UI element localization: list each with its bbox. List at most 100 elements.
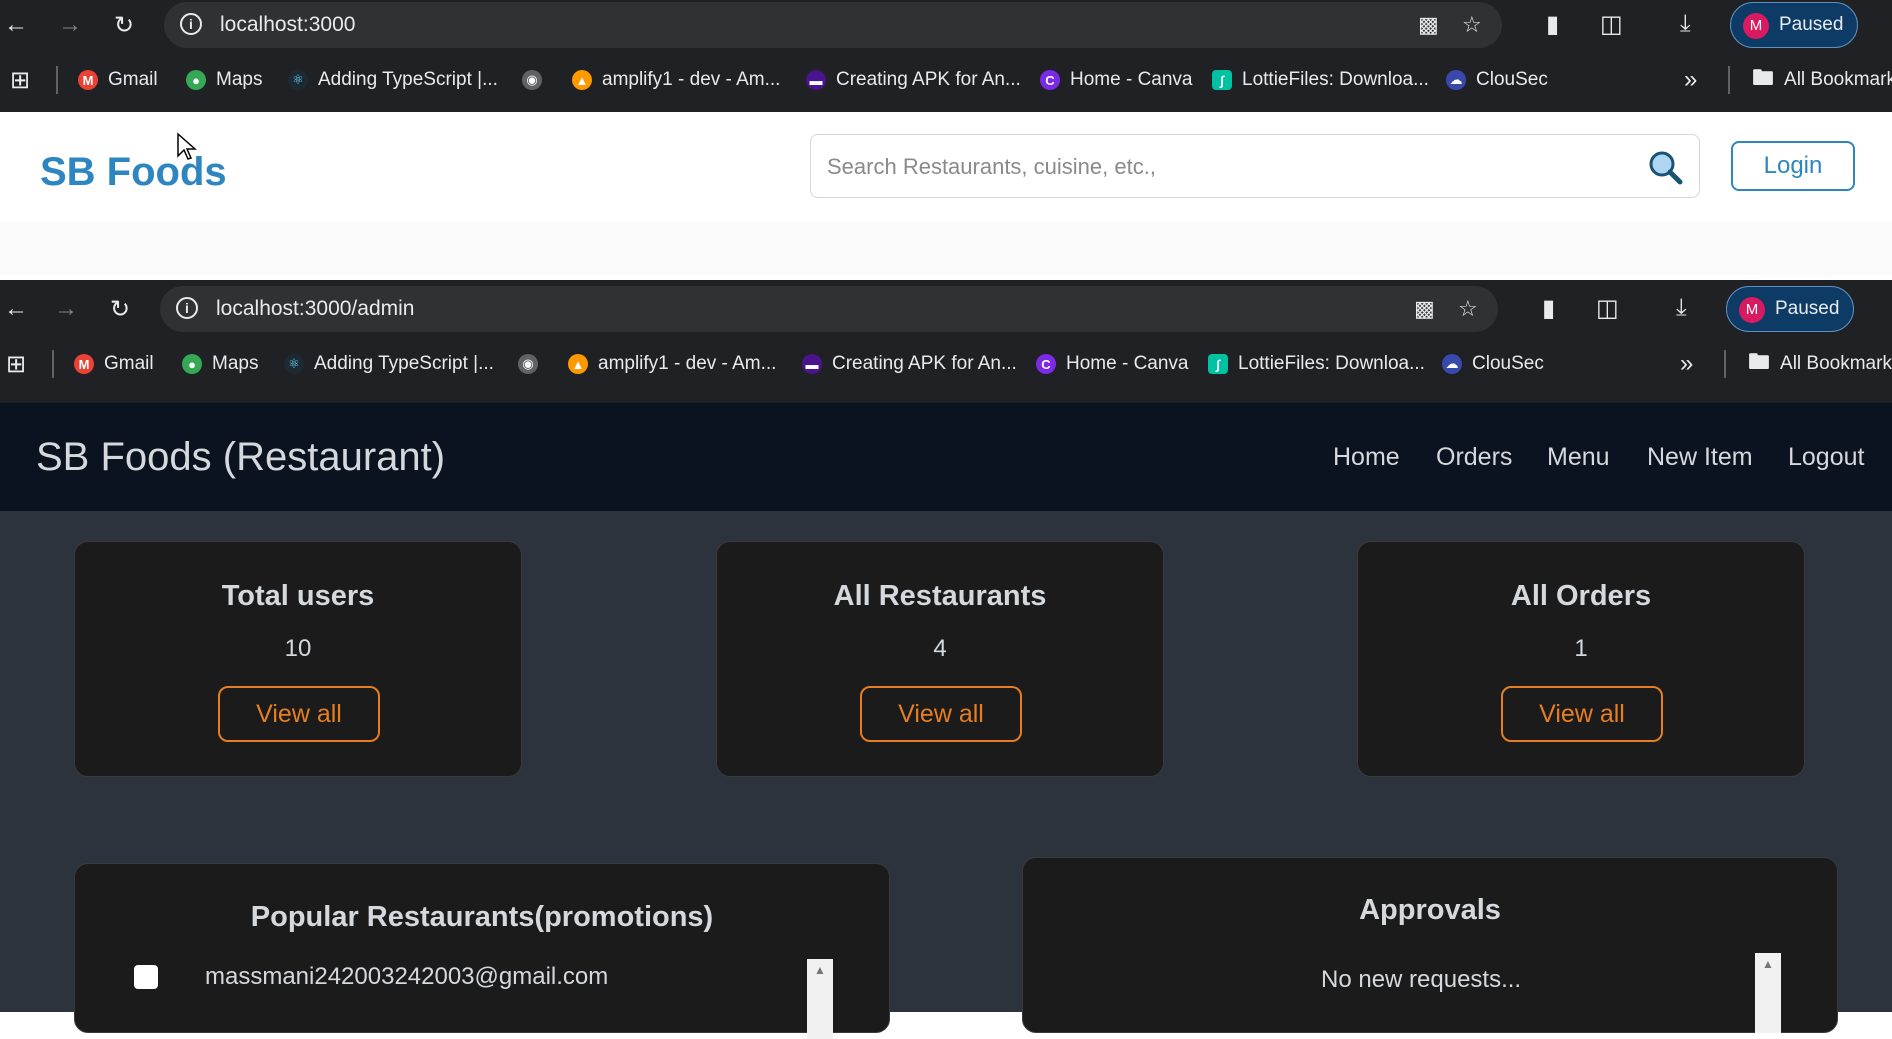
bookmark-label: Maps: [216, 69, 263, 90]
promotion-checkbox[interactable]: [134, 965, 158, 989]
scrollbar[interactable]: ▲: [1755, 953, 1781, 1033]
bookmark-label: amplify1 - dev - Am...: [602, 69, 781, 90]
view-all-orders-button[interactable]: View all: [1501, 686, 1663, 742]
address-bar[interactable]: i localhost:3000/admin ▩ ☆: [160, 286, 1498, 332]
apps-grid-icon[interactable]: ⊞: [10, 66, 30, 94]
bookmark-apk[interactable]: ▬ Creating APK for An...: [806, 66, 1021, 94]
bookmark-lottie[interactable]: ∫ LottieFiles: Downloa...: [1208, 350, 1425, 378]
bookmark-star-icon[interactable]: ☆: [1462, 12, 1482, 38]
bookmark-gmail[interactable]: M Gmail: [74, 350, 154, 378]
amplify-icon: ▲: [568, 354, 588, 374]
reload-icon[interactable]: ↻: [108, 9, 140, 41]
site-info-icon[interactable]: i: [176, 297, 198, 319]
view-all-users-button[interactable]: View all: [218, 686, 380, 742]
extensions-icon[interactable]: ◫: [1596, 294, 1619, 323]
site-header: SB Foods Login: [0, 112, 1892, 222]
folder-icon: 🖿: [1752, 65, 1775, 90]
site-info-icon[interactable]: i: [180, 13, 202, 35]
stat-card-restaurants: All Restaurants 4 View all: [716, 541, 1164, 777]
extension-app-icon[interactable]: ▮: [1546, 10, 1559, 39]
nav-new-item[interactable]: New Item: [1647, 443, 1753, 472]
bookmark-clousec[interactable]: ☁ ClouSec: [1442, 350, 1544, 378]
all-bookmarks[interactable]: 🖿 All Bookmarks: [1748, 349, 1892, 378]
reload-icon[interactable]: ↻: [104, 293, 136, 325]
react-icon: ⚛: [288, 70, 308, 90]
more-bookmarks-icon[interactable]: »: [1684, 66, 1697, 94]
bookmark-maps[interactable]: ● Maps: [186, 66, 262, 94]
address-bar[interactable]: i localhost:3000 ▩ ☆: [164, 2, 1502, 48]
extension-app-icon[interactable]: ▮: [1542, 294, 1555, 323]
bookmark-clousec[interactable]: ☁ ClouSec: [1446, 66, 1548, 94]
bookmark-canva[interactable]: C Home - Canva: [1036, 350, 1189, 378]
extensions-icon[interactable]: ◫: [1600, 10, 1623, 39]
globe-icon: ◉: [518, 354, 538, 374]
bookmark-label: Adding TypeScript |...: [318, 69, 498, 90]
bookmark-label: LottieFiles: Downloa...: [1242, 69, 1429, 90]
bookmark-amplify[interactable]: ▲ amplify1 - dev - Am...: [572, 66, 780, 94]
bookmarks-bar: ⊞ M Gmail ● Maps ⚛ Adding TypeScript |... ◉…: [0, 50, 1892, 112]
stat-card-users: Total users 10 View all: [74, 541, 522, 777]
bookmarks-bar: ⊞ M Gmail ● Maps ⚛ Adding TypeScript |... ◉…: [0, 334, 1892, 396]
install-app-icon[interactable]: ▩: [1418, 12, 1439, 38]
search-input[interactable]: [825, 145, 1629, 189]
view-all-restaurants-button[interactable]: View all: [860, 686, 1022, 742]
bookmark-label: amplify1 - dev - Am...: [598, 353, 777, 374]
bookmark-canva[interactable]: C Home - Canva: [1040, 66, 1193, 94]
bookmark-typescript[interactable]: ⚛ Adding TypeScript |...: [288, 66, 498, 94]
card-title: All Restaurants: [833, 580, 1047, 612]
login-button[interactable]: Login: [1731, 141, 1855, 191]
downloads-icon[interactable]: ⤓: [1676, 294, 1687, 322]
card-title: Total users: [221, 580, 375, 612]
react-icon: ⚛: [284, 354, 304, 374]
profile-button[interactable]: M Paused: [1730, 2, 1858, 48]
all-bookmarks[interactable]: 🖿 All Bookmarks: [1752, 65, 1892, 94]
bookmark-typescript[interactable]: ⚛ Adding TypeScript |...: [284, 350, 494, 378]
folder-icon: 🖿: [1748, 349, 1771, 374]
clousec-icon: ☁: [1446, 70, 1466, 90]
browser-chrome-admin: ← → ↻ i localhost:3000/admin ▩ ☆ ▮ ◫ ⤓ M…: [0, 280, 1892, 403]
site-logo[interactable]: SB Foods: [40, 150, 227, 195]
gmail-icon: M: [78, 70, 98, 90]
bookmark-lottie[interactable]: ∫ LottieFiles: Downloa...: [1212, 66, 1429, 94]
admin-title[interactable]: SB Foods (Restaurant): [36, 435, 445, 480]
more-bookmarks-icon[interactable]: »: [1680, 350, 1693, 378]
bookmark-globe[interactable]: ◉: [518, 350, 548, 378]
bookmark-globe[interactable]: ◉: [522, 66, 552, 94]
scroll-up-icon[interactable]: ▲: [1755, 957, 1781, 971]
card-value: 10: [284, 635, 312, 662]
apps-grid-icon[interactable]: ⊞: [6, 350, 26, 378]
bookmark-gmail[interactable]: M Gmail: [78, 66, 158, 94]
page-gap: [0, 222, 1892, 275]
nav-menu[interactable]: Menu: [1547, 443, 1610, 472]
browser-chrome-top: ← → ↻ i localhost:3000 ▩ ☆ ▮ ◫ ⤓ M Pause…: [0, 0, 1892, 112]
bookmark-apk[interactable]: ▬ Creating APK for An...: [802, 350, 1017, 378]
back-icon[interactable]: ←: [0, 293, 32, 325]
card-title: All Orders: [1510, 580, 1652, 612]
scrollbar[interactable]: ▲: [807, 959, 833, 1039]
bookmark-maps[interactable]: ● Maps: [182, 350, 258, 378]
downloads-icon[interactable]: ⤓: [1680, 10, 1691, 38]
url-text[interactable]: localhost:3000: [220, 13, 355, 37]
nav-orders[interactable]: Orders: [1436, 443, 1512, 472]
url-text[interactable]: localhost:3000/admin: [216, 297, 414, 321]
bookmark-star-icon[interactable]: ☆: [1458, 296, 1478, 322]
approvals-panel: Approvals No new requests... ▲: [1022, 857, 1838, 1033]
back-icon[interactable]: ←: [0, 9, 32, 41]
search-box[interactable]: [810, 134, 1700, 198]
gmail-icon: M: [74, 354, 94, 374]
bookmark-amplify[interactable]: ▲ amplify1 - dev - Am...: [568, 350, 776, 378]
card-value: 4: [933, 635, 947, 662]
bookmark-label: Gmail: [108, 69, 158, 90]
search-icon[interactable]: [1645, 147, 1685, 187]
bookmark-label: ClouSec: [1472, 353, 1544, 374]
bookmark-label: Creating APK for An...: [832, 353, 1017, 374]
bookmark-label: Maps: [212, 353, 259, 374]
profile-button[interactable]: M Paused: [1726, 286, 1854, 332]
nav-logout[interactable]: Logout: [1788, 443, 1864, 472]
install-app-icon[interactable]: ▩: [1414, 296, 1435, 322]
forward-icon[interactable]: →: [50, 293, 82, 325]
forward-icon[interactable]: →: [54, 9, 86, 41]
nav-home[interactable]: Home: [1333, 443, 1400, 472]
scroll-up-icon[interactable]: ▲: [807, 963, 833, 977]
bookmark-separator: [56, 66, 58, 94]
